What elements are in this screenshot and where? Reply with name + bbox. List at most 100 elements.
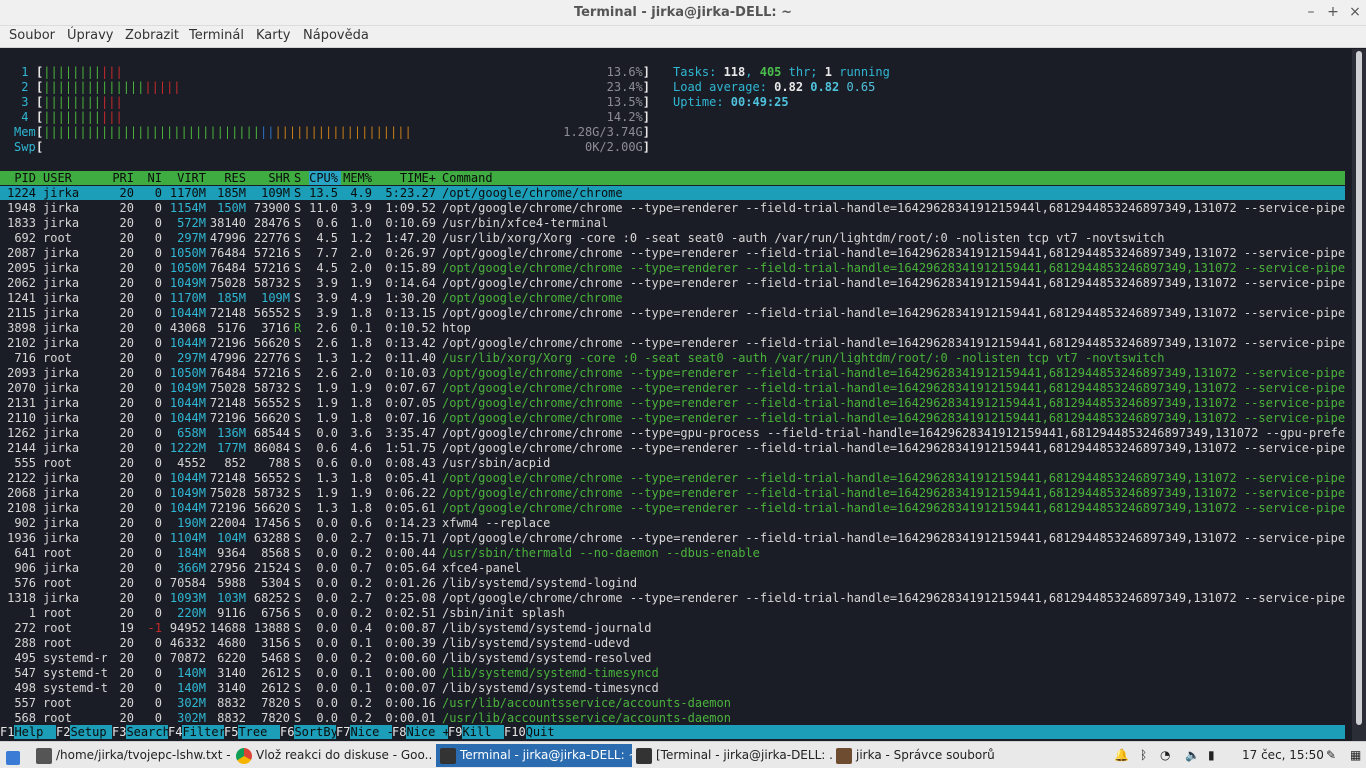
- process-row[interactable]: 2102 jirka 20 0 1044M 72196 56620 S 2.6 1.8 0:13.4…: [0, 336, 1345, 351]
- process-row[interactable]: 288 root 20 0 46332 4680 3156 S 0.0 0.1 0:00.39/li…: [0, 636, 1345, 651]
- process-row[interactable]: 2131 jirka 20 0 1044M 72148 56552 S 1.9 1.8 0:07.0…: [0, 396, 1345, 411]
- battery-icon[interactable]: ▮: [1208, 744, 1215, 767]
- cell-pri: 20: [119, 516, 134, 530]
- process-row[interactable]: 2095 jirka 20 0 1050M 76484 57216 S 4.5 2.0 0:15.8…: [0, 261, 1345, 276]
- process-row[interactable]: 1262 jirka 20 0 658M 136M 68544 S 0.0 3.6 3:35.47 /…: [0, 426, 1345, 441]
- fkey-help[interactable]: F1Help: [0, 725, 56, 740]
- process-row[interactable]: 547 systemd-t 20 0 140M 3140 2612 S 0.0 0.1 0:00.0…: [0, 666, 1345, 681]
- column-header-pri[interactable]: PRI: [110, 171, 134, 186]
- column-header-cpu[interactable]: CPU%: [306, 171, 338, 186]
- wifi-icon[interactable]: ◔: [1160, 744, 1170, 767]
- menu-zobrazit[interactable]: Zobrazit: [125, 28, 179, 43]
- column-header-virt[interactable]: VIRT: [164, 171, 206, 186]
- column-header-time[interactable]: TIME+: [376, 171, 436, 186]
- cell-res: 150M: [217, 201, 246, 215]
- bluetooth-icon[interactable]: ᛒ: [1140, 744, 1147, 767]
- menu-soubor[interactable]: Soubor: [9, 28, 55, 43]
- process-row[interactable]: 498 systemd-t 20 0 140M 3140 2612 S 0.0 0.1 0:00.0…: [0, 681, 1345, 696]
- cell-cpu: 0.0: [316, 576, 338, 590]
- menu-upravy[interactable]: Úpravy: [67, 28, 113, 43]
- menu-napoveda[interactable]: Nápověda: [303, 28, 369, 43]
- fkey-filter[interactable]: F4Filter: [168, 725, 224, 740]
- menu-terminal[interactable]: Terminál: [189, 28, 244, 43]
- maximize-button[interactable]: +: [1324, 3, 1342, 21]
- cell-pid: 902: [14, 516, 36, 530]
- process-row[interactable]: 2108 jirka 20 0 1044M 72196 56620 S 1.3 1.8 0:05.6…: [0, 501, 1345, 516]
- fkey-nice[interactable]: F7Nice -: [336, 725, 392, 740]
- column-header-pid[interactable]: PID: [2, 171, 36, 186]
- window-titlebar[interactable]: Terminal - jirka@jirka-DELL: ~ – + ×: [0, 0, 1366, 26]
- terminal-scrollbar[interactable]: [1352, 49, 1366, 741]
- fkey-sortby[interactable]: F6SortBy: [280, 725, 336, 740]
- process-row[interactable]: 716 root 20 0 297M 47996 22776 S 1.3 1.2 0:11.40/u…: [0, 351, 1345, 366]
- cell-pri: 20: [119, 576, 134, 590]
- process-row[interactable]: 902 jirka 20 0 190M 22004 17456 S 0.0 0.6 0:14.23 x…: [0, 516, 1345, 531]
- fkey-quit[interactable]: F10Quit: [504, 725, 564, 740]
- cell-virt: 190M: [177, 516, 206, 530]
- process-row[interactable]: 1936 jirka 20 0 1104M 104M 63288 S 0.0 2.7 0:15.71…: [0, 531, 1345, 546]
- process-row[interactable]: 1948 jirka 20 0 1154M 150M 73900 S 11.0 3.9 1:09.5…: [0, 201, 1345, 216]
- taskbar-task[interactable]: Vlož reakci do diskuse - Goo...: [236, 744, 432, 767]
- terminal-area[interactable]: 1 [||||||||||| 13.6%] 2 [||||||||||||||||||…: [0, 49, 1352, 741]
- process-row[interactable]: 1318 jirka 20 0 1093M 103M 68252 S 0.0 2.7 0:25.08…: [0, 591, 1345, 606]
- process-row[interactable]: 557 root 20 0 302M 8832 7820 S 0.0 0.2 0:00.16/usr…: [0, 696, 1345, 711]
- process-row[interactable]: 2122 jirka 20 0 1044M 72148 56552 S 1.3 1.8 0:05.4…: [0, 471, 1345, 486]
- taskbar-task[interactable]: jirka - Správce souborů: [836, 744, 1032, 767]
- column-header-ni[interactable]: NI: [138, 171, 162, 186]
- process-row[interactable]: 641 root 20 0 184M 9364 8568 S 0.0 0.2 0:00.44/usr…: [0, 546, 1345, 561]
- column-header-user[interactable]: USER: [43, 171, 107, 186]
- process-row[interactable]: 495 systemd-r 20 0 70872 6220 5468 S 0.0 0.2 0:00.…: [0, 651, 1345, 666]
- fkey-search[interactable]: F3Search: [112, 725, 168, 740]
- process-row[interactable]: 2070 jirka 20 0 1049M 75028 58732 S 1.9 1.9 0:07.6…: [0, 381, 1345, 396]
- taskbar-task[interactable]: /home/jirka/tvojepc-lshw.txt -...: [36, 744, 232, 767]
- process-row[interactable]: 1241 jirka 20 0 1170M 185M 109M S 3.9 4.9 1:30.20 /…: [0, 291, 1345, 306]
- close-button[interactable]: ×: [1346, 3, 1364, 21]
- cell-time: 0:15.71: [385, 531, 436, 545]
- column-header-s[interactable]: S: [294, 171, 304, 186]
- cell-virt: 1170M: [169, 186, 206, 200]
- column-header-cmd[interactable]: Command: [442, 171, 1345, 186]
- process-row[interactable]: 2093 jirka 20 0 1050M 76484 57216 S 2.6 2.0 0:10.0…: [0, 366, 1345, 381]
- taskbar-task[interactable]: Terminal - jirka@jirka-DELL: ~: [436, 744, 632, 767]
- process-row[interactable]: 906 jirka 20 0 366M 27956 21524 S 0.0 0.7 0:05.64 x…: [0, 561, 1345, 576]
- process-row[interactable]: 1 root 20 0 220M 9116 6756 S 0.0 0.2 0:02.51/sbin/…: [0, 606, 1345, 621]
- clock[interactable]: 17 čec, 15:50: [1242, 744, 1324, 767]
- process-row[interactable]: 2062 jirka 20 0 1049M 75028 58732 S 3.9 1.9 0:14.6…: [0, 276, 1345, 291]
- menu-karty[interactable]: Karty: [256, 28, 290, 43]
- process-row[interactable]: 2087 jirka 20 0 1050M 76484 57216 S 7.7 2.0 0:26.9…: [0, 246, 1345, 261]
- process-row[interactable]: 2068 jirka 20 0 1049M 75028 58732 S 1.9 1.9 0:06.2…: [0, 486, 1345, 501]
- minimize-button[interactable]: –: [1302, 3, 1320, 21]
- fkey-setup[interactable]: F2Setup: [56, 725, 112, 740]
- process-row[interactable]: 3898 jirka 20 0 43068 5176 3716 R 2.6 0.1 0:10.52 h…: [0, 321, 1345, 336]
- process-row[interactable]: 272 root 19 -1 94952 14688 13888 S 0.0 0.4 0:00.87…: [0, 621, 1345, 636]
- fkey-tree[interactable]: F5Tree: [224, 725, 280, 740]
- cell-time: 0:14.23: [385, 516, 436, 530]
- process-row[interactable]: 2144 jirka 20 0 1222M 177M 86084 S 0.6 4.6 1:51.75…: [0, 441, 1345, 456]
- notification-icon[interactable]: 🔔: [1114, 744, 1129, 767]
- show-desktop-button[interactable]: [6, 744, 28, 767]
- process-row[interactable]: 568 root 20 0 302M 8832 7820 S 0.0 0.2 0:00.01/usr…: [0, 711, 1345, 726]
- process-row[interactable]: 576 root 20 0 70584 5988 5304 S 0.0 0.2 0:01.26/li…: [0, 576, 1345, 591]
- scrollbar-thumb[interactable]: [1356, 51, 1362, 725]
- process-row[interactable]: 2115 jirka 20 0 1044M 72148 56552 S 3.9 1.8 0:13.1…: [0, 306, 1345, 321]
- fkey-nice[interactable]: F8Nice +: [392, 725, 448, 740]
- screenshot-icon[interactable]: ✎: [1326, 744, 1336, 767]
- cell-shr: 28476: [253, 216, 290, 230]
- process-row[interactable]: 1833 jirka 20 0 572M 38140 28476 S 0.6 1.0 0:10.69…: [0, 216, 1345, 231]
- column-header-mem[interactable]: MEM%: [340, 171, 372, 186]
- process-row-selected[interactable]: 1224 jirka 20 0 1170M 185M 109M S 13.5 4.9 5:23.27…: [0, 186, 1345, 201]
- column-header-shr[interactable]: SHR: [250, 171, 290, 186]
- cell-virt: 1044M: [169, 336, 206, 350]
- process-row[interactable]: 555 root 20 0 4552 852 788 S 0.6 0.0 0:08.43/usr/s…: [0, 456, 1345, 471]
- cell-ni: 0: [154, 531, 162, 545]
- process-row[interactable]: 2110 jirka 20 0 1044M 72196 56620 S 1.9 1.8 0:07.1…: [0, 411, 1345, 426]
- cell-shr: 109M: [261, 186, 290, 200]
- process-row[interactable]: 692 root 20 0 297M 47996 22776 S 4.5 1.2 1:47.20/u…: [0, 231, 1345, 246]
- cell-ni: 0: [154, 711, 162, 725]
- cell-mem: 0.1: [350, 636, 372, 650]
- volume-icon[interactable]: 🔈: [1185, 744, 1200, 767]
- taskbar-task[interactable]: [Terminal - jirka@jirka-DELL: ...: [636, 744, 832, 767]
- fkey-kill[interactable]: F9Kill: [448, 725, 504, 740]
- window-switch-icon[interactable]: ▦: [1350, 744, 1361, 767]
- column-header-res[interactable]: RES: [208, 171, 246, 186]
